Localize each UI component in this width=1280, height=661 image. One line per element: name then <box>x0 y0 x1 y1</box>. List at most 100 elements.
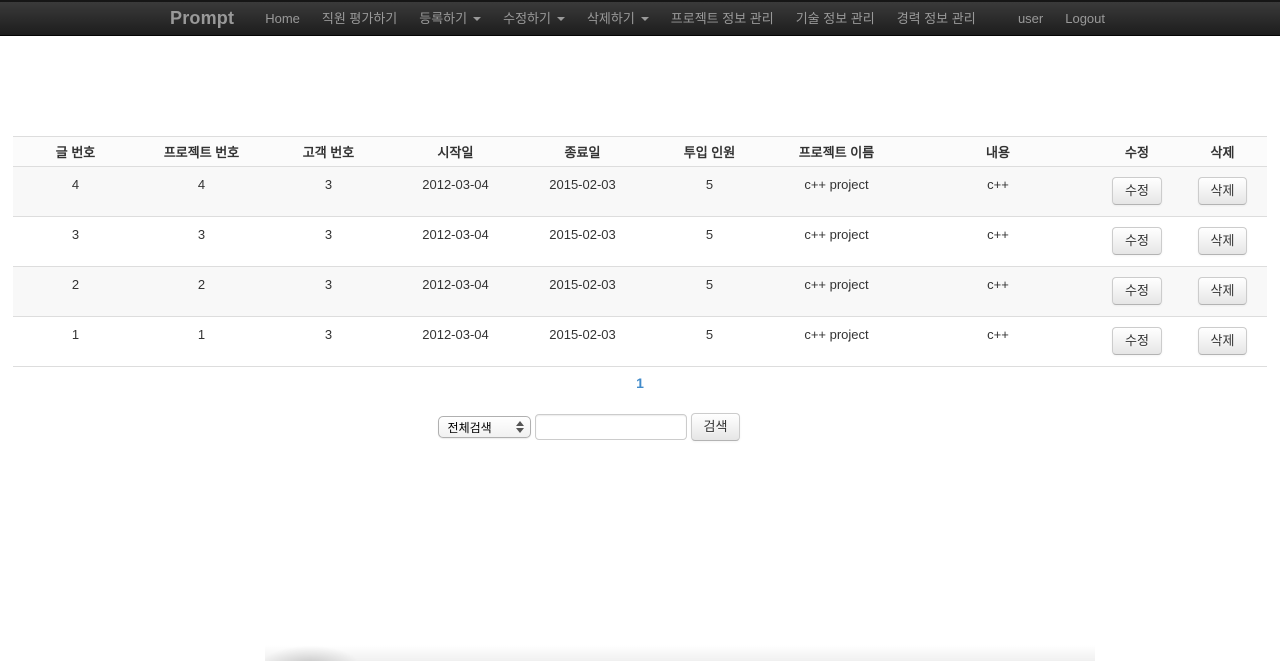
bottom-shadow-smudge <box>265 641 1095 661</box>
delete-button[interactable]: 삭제 <box>1198 277 1248 305</box>
cell-start-date: 2012-03-04 <box>392 167 519 217</box>
select-updown-arrows-icon <box>516 421 524 433</box>
nav-item-label: 등록하기 <box>419 2 467 35</box>
nav-item-project-info-management[interactable]: 프로젝트 정보 관리 <box>660 2 785 35</box>
cell-delete: 삭제 <box>1178 217 1267 267</box>
page-link-1[interactable]: 1 <box>630 373 650 393</box>
cell-edit: 수정 <box>1096 167 1178 217</box>
cell-headcount: 5 <box>646 317 773 367</box>
nav-item-label: 수정하기 <box>503 2 551 35</box>
table-row: 2 2 3 2012-03-04 2015-02-03 5 c++ projec… <box>13 267 1267 317</box>
column-header-edit: 수정 <box>1096 137 1178 167</box>
nav-item-skill-info-management[interactable]: 기술 정보 관리 <box>785 2 886 35</box>
delete-button[interactable]: 삭제 <box>1198 327 1248 355</box>
cell-start-date: 2012-03-04 <box>392 317 519 367</box>
cell-project-name: c++ project <box>773 267 900 317</box>
cell-post-no: 2 <box>13 267 138 317</box>
nav-item-label: Logout <box>1065 2 1105 35</box>
nav-right: user Logout <box>1007 2 1116 35</box>
cell-customer-no: 3 <box>265 167 392 217</box>
table-row: 3 3 3 2012-03-04 2015-02-03 5 c++ projec… <box>13 217 1267 267</box>
caret-down-icon <box>641 17 649 21</box>
delete-button[interactable]: 삭제 <box>1198 177 1248 205</box>
cell-content: c++ <box>900 317 1096 367</box>
cell-headcount: 5 <box>646 267 773 317</box>
column-header-post-no: 글 번호 <box>13 137 138 167</box>
cell-headcount: 5 <box>646 167 773 217</box>
column-header-end-date: 종료일 <box>519 137 646 167</box>
search-form: 전체검색 검색 <box>0 413 1229 441</box>
nav-item-user[interactable]: user <box>1007 2 1054 35</box>
nav-item-label: 삭제하기 <box>587 2 635 35</box>
pagination: 1 <box>0 375 1280 391</box>
edit-button[interactable]: 수정 <box>1112 227 1162 255</box>
caret-down-icon <box>557 17 565 21</box>
cell-end-date: 2015-02-03 <box>519 317 646 367</box>
cell-start-date: 2012-03-04 <box>392 267 519 317</box>
column-header-delete: 삭제 <box>1178 137 1267 167</box>
nav-item-career-info-management[interactable]: 경력 정보 관리 <box>886 2 987 35</box>
cell-customer-no: 3 <box>265 267 392 317</box>
nav-item-logout[interactable]: Logout <box>1054 2 1116 35</box>
cell-content: c++ <box>900 267 1096 317</box>
main-content: 글 번호 프로젝트 번호 고객 번호 시작일 종료일 투입 인원 프로젝트 이름… <box>0 36 1280 441</box>
cell-end-date: 2015-02-03 <box>519 217 646 267</box>
top-navbar: Prompt Home 직원 평가하기 등록하기 수정하기 삭제하기 프로젝트 … <box>0 0 1280 36</box>
project-table: 글 번호 프로젝트 번호 고객 번호 시작일 종료일 투입 인원 프로젝트 이름… <box>13 136 1267 367</box>
cell-edit: 수정 <box>1096 317 1178 367</box>
search-category-select[interactable]: 전체검색 <box>438 416 531 438</box>
cell-project-name: c++ project <box>773 317 900 367</box>
cell-end-date: 2015-02-03 <box>519 167 646 217</box>
cell-post-no: 3 <box>13 217 138 267</box>
nav-item-label: 경력 정보 관리 <box>897 2 976 35</box>
navbar-container: Prompt Home 직원 평가하기 등록하기 수정하기 삭제하기 프로젝트 … <box>164 2 1116 35</box>
search-input[interactable] <box>535 414 687 440</box>
nav-item-label: Home <box>265 2 300 35</box>
nav-item-home[interactable]: Home <box>254 2 311 35</box>
brand-logo[interactable]: Prompt <box>164 8 240 29</box>
cell-project-no: 2 <box>138 267 265 317</box>
nav-links: Home 직원 평가하기 등록하기 수정하기 삭제하기 프로젝트 정보 관리 기… <box>254 2 1007 35</box>
table-header-row: 글 번호 프로젝트 번호 고객 번호 시작일 종료일 투입 인원 프로젝트 이름… <box>13 137 1267 167</box>
cell-post-no: 1 <box>13 317 138 367</box>
nav-item-label: user <box>1018 2 1043 35</box>
caret-down-icon <box>473 17 481 21</box>
column-header-content: 내용 <box>900 137 1096 167</box>
cell-project-no: 3 <box>138 217 265 267</box>
edit-button[interactable]: 수정 <box>1112 327 1162 355</box>
cell-content: c++ <box>900 167 1096 217</box>
nav-item-label: 직원 평가하기 <box>322 2 397 35</box>
cell-delete: 삭제 <box>1178 267 1267 317</box>
column-header-project-name: 프로젝트 이름 <box>773 137 900 167</box>
edit-button[interactable]: 수정 <box>1112 277 1162 305</box>
cell-post-no: 4 <box>13 167 138 217</box>
nav-item-delete-dropdown[interactable]: 삭제하기 <box>576 2 660 35</box>
cell-project-name: c++ project <box>773 167 900 217</box>
cell-edit: 수정 <box>1096 267 1178 317</box>
column-header-project-no: 프로젝트 번호 <box>138 137 265 167</box>
nav-item-modify-dropdown[interactable]: 수정하기 <box>492 2 576 35</box>
delete-button[interactable]: 삭제 <box>1198 227 1248 255</box>
cell-end-date: 2015-02-03 <box>519 267 646 317</box>
column-header-start-date: 시작일 <box>392 137 519 167</box>
nav-item-label: 프로젝트 정보 관리 <box>671 2 774 35</box>
edit-button[interactable]: 수정 <box>1112 177 1162 205</box>
cell-customer-no: 3 <box>265 217 392 267</box>
cell-delete: 삭제 <box>1178 167 1267 217</box>
cell-project-no: 4 <box>138 167 265 217</box>
cell-edit: 수정 <box>1096 217 1178 267</box>
table-row: 4 4 3 2012-03-04 2015-02-03 5 c++ projec… <box>13 167 1267 217</box>
nav-item-employee-evaluation[interactable]: 직원 평가하기 <box>311 2 408 35</box>
cell-headcount: 5 <box>646 217 773 267</box>
select-value-label: 전체검색 <box>448 419 516 436</box>
cell-start-date: 2012-03-04 <box>392 217 519 267</box>
column-header-customer-no: 고객 번호 <box>265 137 392 167</box>
cell-content: c++ <box>900 217 1096 267</box>
search-button[interactable]: 검색 <box>691 413 741 441</box>
cell-project-name: c++ project <box>773 217 900 267</box>
cell-project-no: 1 <box>138 317 265 367</box>
cell-delete: 삭제 <box>1178 317 1267 367</box>
table-row: 1 1 3 2012-03-04 2015-02-03 5 c++ projec… <box>13 317 1267 367</box>
cell-customer-no: 3 <box>265 317 392 367</box>
nav-item-register-dropdown[interactable]: 등록하기 <box>408 2 492 35</box>
